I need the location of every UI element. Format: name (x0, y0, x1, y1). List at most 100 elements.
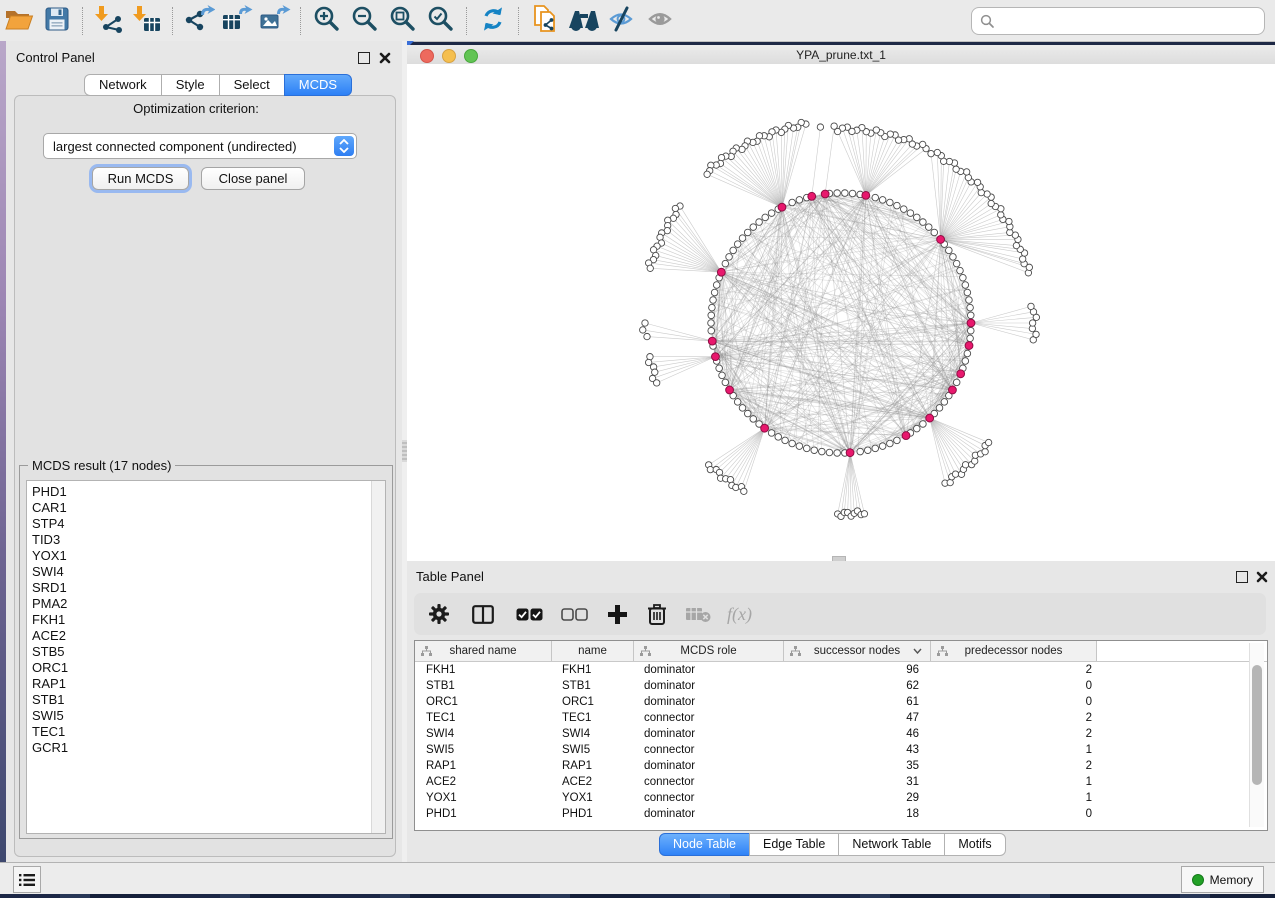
hide-selected-button[interactable] (604, 4, 642, 38)
table-cell: FKH1 (552, 664, 634, 676)
open-folder-icon (4, 6, 34, 35)
save-session-button[interactable] (38, 4, 76, 38)
plus-icon (608, 605, 627, 624)
toggle-column-view-button[interactable] (472, 605, 494, 624)
export-image-button[interactable] (256, 4, 294, 38)
column-header-shared-name[interactable]: shared name (415, 641, 552, 661)
mcds-result-item[interactable]: ACE2 (27, 628, 385, 644)
mcds-result-item[interactable]: FKH1 (27, 612, 385, 628)
table-row[interactable]: RAP1RAP1dominator352 (415, 758, 1267, 774)
table-row[interactable]: SWI4SWI4dominator462 (415, 726, 1267, 742)
import-table-button[interactable] (128, 4, 166, 38)
column-header-predecessor-nodes[interactable]: predecessor nodes (931, 641, 1097, 661)
table-cell: TEC1 (415, 712, 552, 724)
search-input[interactable] (995, 11, 1264, 31)
mcds-result-item[interactable]: STP4 (27, 516, 385, 532)
table-row[interactable]: PHD1PHD1dominator180 (415, 806, 1267, 822)
column-header-successor-nodes[interactable]: successor nodes (784, 641, 931, 661)
tab-select[interactable]: Select (219, 74, 285, 96)
tab-network-table[interactable]: Network Table (838, 833, 945, 856)
mcds-result-item[interactable]: STB1 (27, 692, 385, 708)
zoom-out-button[interactable] (346, 4, 384, 38)
mcds-list-scrollbar[interactable] (371, 481, 385, 833)
table-scrollbar[interactable] (1249, 643, 1264, 827)
zoom-selected-button[interactable] (422, 4, 460, 38)
table-panel-close-button[interactable] (1256, 570, 1269, 583)
table-cell: 96 (784, 664, 931, 676)
zoom-fit-button[interactable] (384, 4, 422, 38)
mcds-result-item[interactable]: ORC1 (27, 660, 385, 676)
unchecked-boxes-icon (561, 608, 588, 621)
mcds-result-item[interactable]: CAR1 (27, 500, 385, 516)
close-panel-button[interactable]: Close panel (201, 167, 305, 190)
table-cell: RAP1 (552, 760, 634, 772)
criterion-dropdown[interactable]: largest connected component (undirected) (43, 133, 357, 159)
table-panel-float-button[interactable] (1236, 570, 1249, 583)
zoom-in-button[interactable] (308, 4, 346, 38)
export-network-button[interactable] (180, 4, 218, 38)
mcds-result-item[interactable]: YOX1 (27, 548, 385, 564)
select-all-button[interactable] (516, 608, 543, 621)
eye-slash-icon (607, 6, 639, 35)
table-row[interactable]: TEC1TEC1connector472 (415, 710, 1267, 726)
mcds-result-item[interactable]: TID3 (27, 532, 385, 548)
memory-button[interactable]: Memory (1181, 866, 1264, 893)
tab-edge-table[interactable]: Edge Table (749, 833, 839, 856)
mcds-result-item[interactable]: PMA2 (27, 596, 385, 612)
refresh-icon (479, 5, 507, 36)
table-cell: SWI5 (552, 744, 634, 756)
tab-motifs[interactable]: Motifs (944, 833, 1005, 856)
mcds-result-item[interactable]: STB5 (27, 644, 385, 660)
checked-boxes-icon (516, 608, 543, 621)
run-mcds-button[interactable]: Run MCDS (92, 167, 189, 190)
mcds-result-item[interactable]: SWI4 (27, 564, 385, 580)
column-settings-button[interactable] (428, 603, 450, 625)
mcds-result-item[interactable]: SRD1 (27, 580, 385, 596)
refresh-layout-button[interactable] (474, 4, 512, 38)
tab-style[interactable]: Style (161, 74, 220, 96)
tab-mcds[interactable]: MCDS (284, 74, 352, 96)
import-network-button[interactable] (90, 4, 128, 38)
network-window-titlebar[interactable]: YPA_prune.txt_1 (407, 45, 1275, 65)
column-header-mcds-role[interactable]: MCDS role (634, 641, 784, 661)
network-graph[interactable] (407, 64, 1275, 561)
column-header-name[interactable]: name (552, 641, 634, 661)
table-row[interactable]: YOX1YOX1connector291 (415, 790, 1267, 806)
table-cell: SWI5 (415, 744, 552, 756)
close-icon (379, 52, 391, 64)
node-table-header: shared name name MCDS role successor nod… (415, 641, 1267, 662)
optimization-criterion-label: Optimization criterion: (6, 101, 386, 116)
network-canvas[interactable] (407, 64, 1275, 561)
export-table-button[interactable] (218, 4, 256, 38)
duplicate-network-button[interactable] (526, 4, 564, 38)
mcds-result-item[interactable]: PHD1 (27, 484, 385, 500)
tab-node-table[interactable]: Node Table (659, 833, 750, 856)
toolbar-separator (466, 7, 468, 35)
table-row[interactable]: ACE2ACE2connector311 (415, 774, 1267, 790)
mcds-result-item[interactable]: RAP1 (27, 676, 385, 692)
mcds-result-item[interactable]: TEC1 (27, 724, 385, 740)
open-file-button[interactable] (0, 4, 38, 38)
delete-table-button[interactable] (685, 606, 711, 623)
add-column-button[interactable] (608, 605, 627, 624)
tab-network[interactable]: Network (84, 74, 162, 96)
delete-column-button[interactable] (647, 603, 667, 625)
deselect-all-button[interactable] (561, 608, 588, 621)
table-scrollbar-thumb[interactable] (1252, 665, 1262, 785)
mcds-result-item[interactable]: GCR1 (27, 740, 385, 756)
zoom-fit-icon (389, 5, 417, 36)
show-all-button[interactable] (642, 4, 680, 38)
gear-icon (428, 603, 450, 625)
table-row[interactable]: FKH1FKH1dominator962 (415, 662, 1267, 678)
find-neighbors-button[interactable] (564, 4, 604, 38)
table-row[interactable]: STB1STB1dominator620 (415, 678, 1267, 694)
toolbar-separator (300, 7, 302, 35)
table-row[interactable]: SWI5SWI5connector431 (415, 742, 1267, 758)
task-history-button[interactable] (13, 866, 41, 893)
control-panel-close-button[interactable] (379, 51, 392, 64)
delete-table-icon (685, 606, 711, 623)
function-builder-button[interactable]: f(x) (727, 604, 752, 625)
mcds-result-item[interactable]: SWI5 (27, 708, 385, 724)
table-row[interactable]: ORC1ORC1dominator610 (415, 694, 1267, 710)
control-panel-float-button[interactable] (358, 51, 371, 64)
